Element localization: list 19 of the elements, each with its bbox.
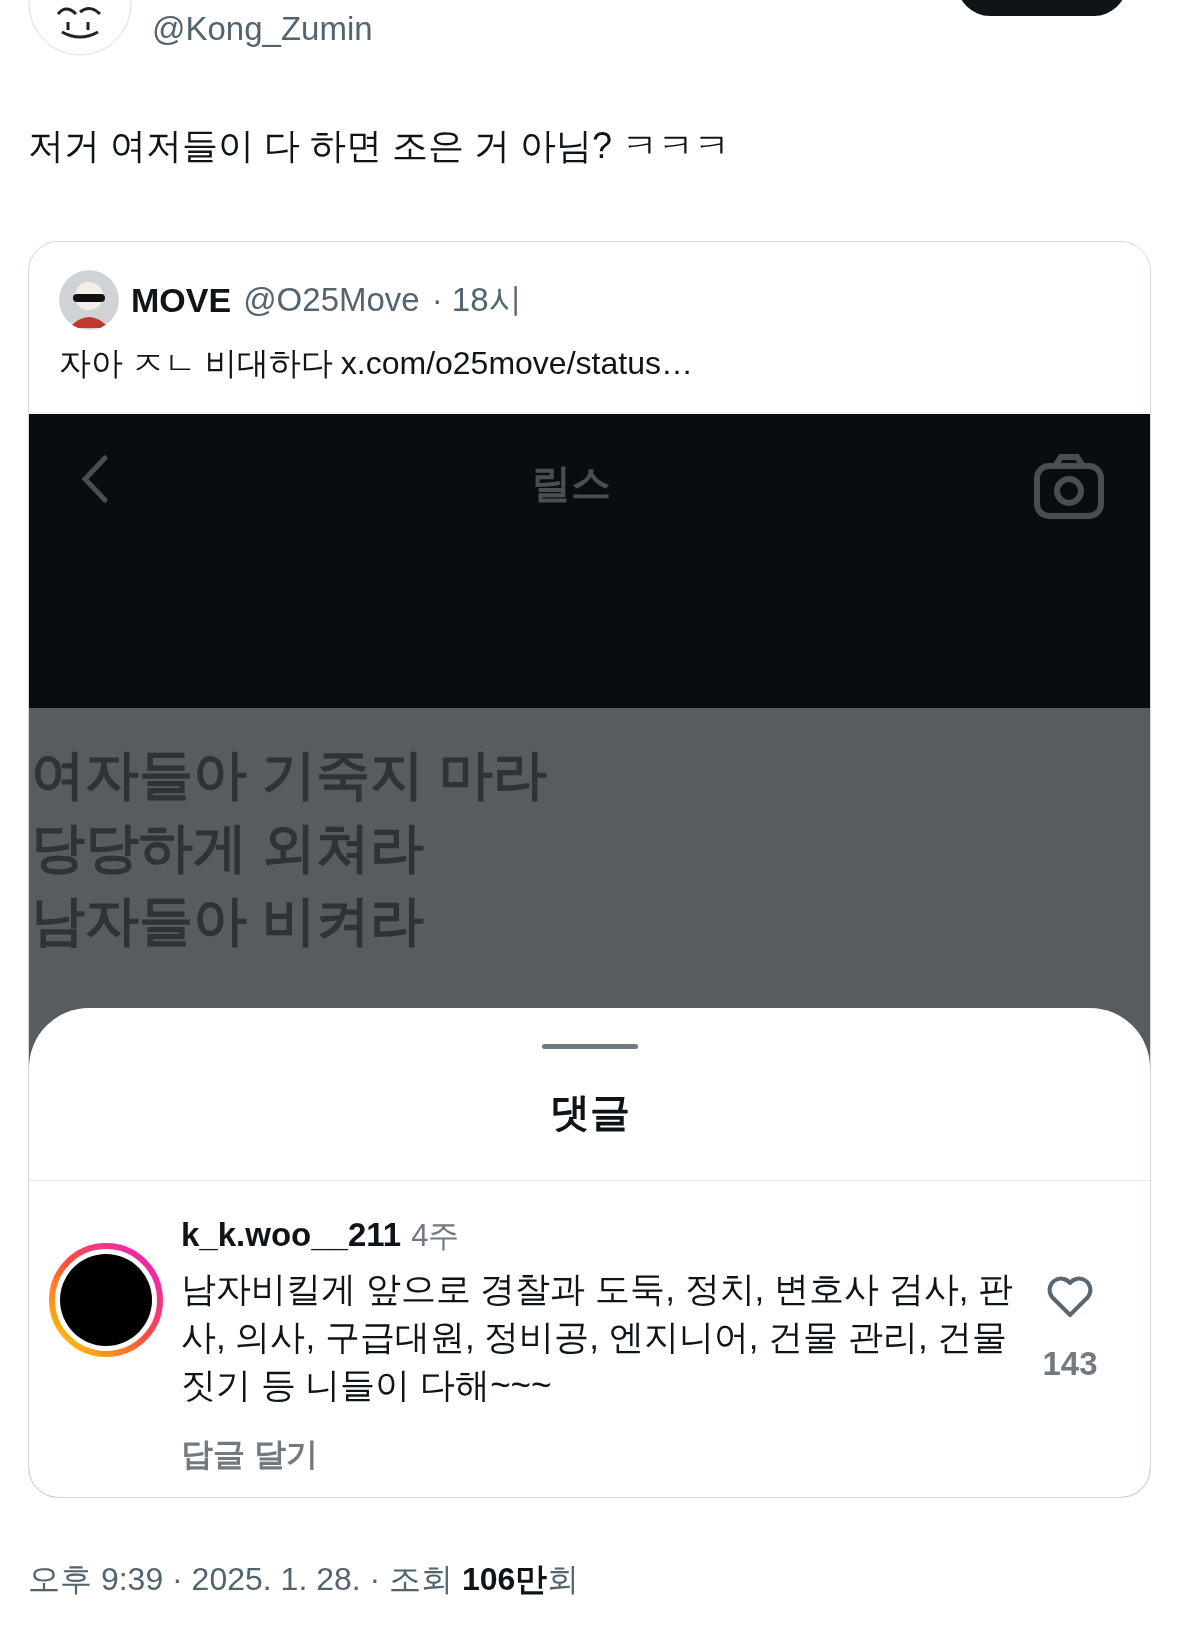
display-name[interactable]: MOVE <box>131 280 232 320</box>
timestamp: 4주 <box>411 1217 460 1255</box>
like-count: 143 <box>1042 1345 1098 1383</box>
link[interactable]: x.com/o25move/status… <box>340 345 693 381</box>
timestamp: · 18시 <box>431 279 522 320</box>
comment-text: 남자비킬게 앞으로 경찰과 도둑, 정치, 변호사 검사, 판사, 의사, 구급대원, 정비공, 엔지니어, 건물 관리, 건물짓기 등 니들이 다해~~~ <box>181 1268 1015 1406</box>
username[interactable]: k_k.woo__211 <box>181 1216 402 1254</box>
tweet-text: 저거 여저들이 다 하면 조은 거 아님? ㅋㅋㅋ <box>27 124 732 168</box>
avatar[interactable] <box>49 1243 163 1357</box>
user-handle[interactable]: @O25Move <box>243 281 420 319</box>
avatar[interactable] <box>59 270 119 330</box>
post-meta: 오후 9:39 · 2025. 1. 28. · 조회 106만회 <box>27 1560 581 1599</box>
reply-link[interactable]: 답글 달기 <box>181 1433 1030 1477</box>
user-handle[interactable]: @Kong_Zumin <box>152 10 373 48</box>
screen-title: 릴스 <box>531 460 611 507</box>
quote-text: 자아 ㅈㄴ 비대하다 <box>59 345 333 381</box>
sheet-title: 댓글 <box>29 1085 1150 1181</box>
drag-handle[interactable] <box>541 1044 638 1049</box>
heart-icon[interactable] <box>1046 1275 1094 1319</box>
